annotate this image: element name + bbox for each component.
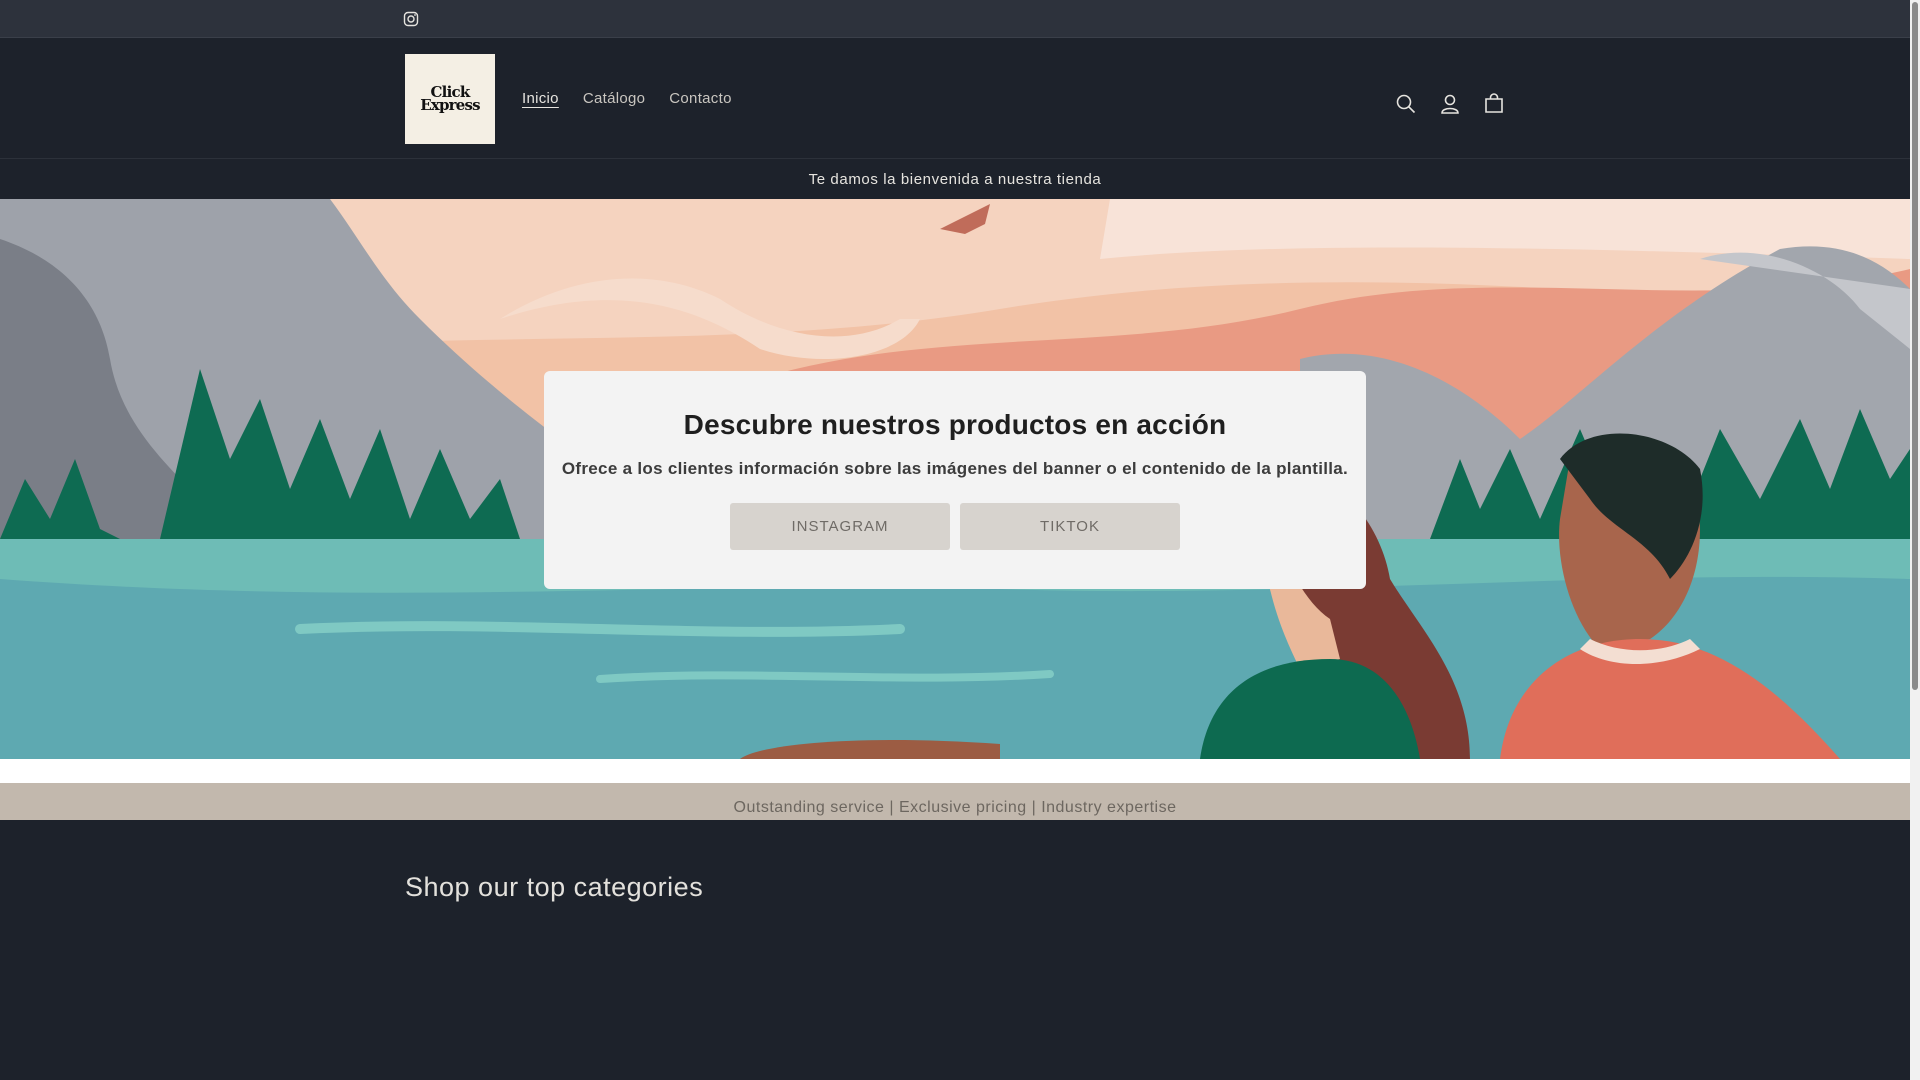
banner-content-box: Descubre nuestros productos en acción Of… bbox=[544, 371, 1366, 589]
announcement-bar: Te damos la bienvenida a nuestra tienda bbox=[0, 159, 1910, 199]
store-logo[interactable]: Click Express bbox=[405, 54, 495, 144]
section-spacer bbox=[0, 759, 1910, 783]
banner-buttons: INSTAGRAM TIKTOK bbox=[544, 503, 1366, 550]
logo-wordmark: Click Express bbox=[420, 85, 480, 114]
account-icon bbox=[1441, 94, 1459, 114]
search-icon bbox=[1396, 94, 1416, 114]
nav-link-catalogo[interactable]: Catálogo bbox=[583, 90, 645, 107]
site-header: Click Express Inicio Catálogo Contacto bbox=[0, 38, 1910, 159]
categories-section: Shop our top categories bbox=[0, 820, 1910, 1080]
cart-icon bbox=[1485, 93, 1503, 113]
header-icons bbox=[1384, 82, 1516, 126]
banner-heading: Descubre nuestros productos en acción bbox=[683, 409, 1227, 440]
hero-banner: Descubre nuestros productos en acción Of… bbox=[0, 199, 1910, 759]
announcement-text: Te damos la bienvenida a nuestra tienda bbox=[808, 170, 1102, 188]
instagram-icon[interactable] bbox=[403, 11, 419, 27]
tagline-text: Outstanding service | Exclusive pricing … bbox=[733, 798, 1177, 816]
nav-link-inicio[interactable]: Inicio bbox=[522, 90, 559, 107]
utility-bar bbox=[0, 0, 1910, 38]
scrollbar-thumb[interactable] bbox=[1912, 2, 1918, 690]
logo-line-2: Express bbox=[420, 96, 480, 114]
page-scrollbar[interactable] bbox=[1910, 0, 1920, 1080]
page: Click Express Inicio Catálogo Contacto T… bbox=[0, 0, 1910, 1080]
categories-heading: Shop our top categories bbox=[405, 872, 704, 902]
tiktok-button[interactable]: TIKTOK bbox=[960, 503, 1180, 550]
cart-button[interactable] bbox=[1472, 82, 1516, 126]
banner-text: Ofrece a los clientes información sobre … bbox=[561, 459, 1349, 478]
instagram-button[interactable]: INSTAGRAM bbox=[730, 503, 950, 550]
nav-link-contacto[interactable]: Contacto bbox=[669, 90, 731, 107]
account-button[interactable] bbox=[1428, 82, 1472, 126]
search-button[interactable] bbox=[1384, 82, 1428, 126]
tagline-bar: Outstanding service | Exclusive pricing … bbox=[0, 783, 1910, 820]
main-nav: Inicio Catálogo Contacto bbox=[522, 38, 756, 159]
